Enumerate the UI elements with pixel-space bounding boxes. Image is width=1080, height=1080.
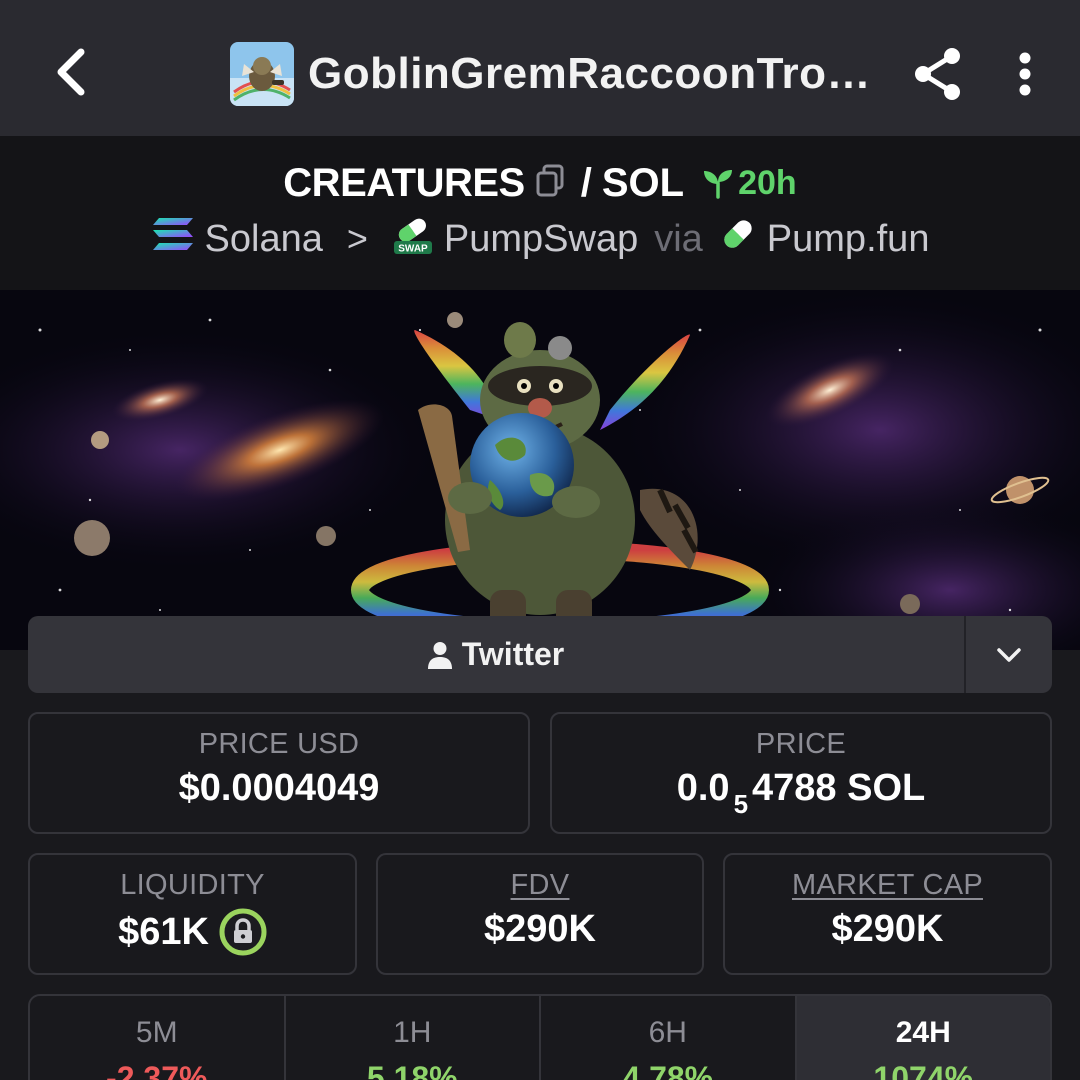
social-links-dropdown-toggle[interactable] bbox=[964, 616, 1052, 693]
tab-6h-change: 4.78% bbox=[622, 1060, 714, 1080]
more-options-button[interactable] bbox=[1000, 42, 1050, 106]
quote-token-symbol: SOL bbox=[601, 160, 685, 205]
tab-6h-label: 6H bbox=[648, 1016, 687, 1049]
pair-age-text: 20h bbox=[738, 163, 797, 202]
share-button[interactable] bbox=[908, 42, 968, 106]
chevron-down-icon bbox=[997, 647, 1021, 662]
tab-5m[interactable]: 5M -2.37% bbox=[30, 996, 286, 1080]
price-native-card: PRICE 0.0 5 4788 SOL bbox=[550, 712, 1052, 834]
share-icon bbox=[915, 48, 960, 100]
tab-1h-change: 5.18% bbox=[366, 1060, 458, 1080]
chain-breadcrumb: Solana > SWAP PumpSwap via Pump.fun bbox=[0, 214, 1080, 264]
pumpfun-icon bbox=[719, 215, 757, 263]
via-label: via bbox=[654, 217, 703, 260]
market-cap-card: MARKET CAP $290K bbox=[723, 853, 1052, 975]
fdv-value: $290K bbox=[378, 908, 702, 951]
twitter-label: Twitter bbox=[461, 636, 565, 672]
liquidity-text: $61K bbox=[118, 910, 209, 953]
pumpswap-icon: SWAP bbox=[392, 213, 434, 265]
tab-24h-label: 24H bbox=[895, 1016, 951, 1049]
copy-icon[interactable] bbox=[535, 164, 565, 203]
pair-line: CREATURES / SOL 20h bbox=[0, 158, 1080, 208]
sprout-icon bbox=[704, 170, 733, 199]
liquidity-label: LIQUIDITY bbox=[120, 869, 265, 901]
swap-badge-text: SWAP bbox=[398, 244, 428, 255]
liquidity-value: $61K bbox=[30, 908, 355, 956]
price-native-value: 0.0 5 4788 SOL bbox=[552, 767, 1050, 819]
dex-name[interactable]: PumpSwap bbox=[444, 218, 638, 261]
chevron-right-icon: > bbox=[346, 218, 368, 259]
tab-5m-label: 5M bbox=[135, 1016, 178, 1049]
base-token-symbol: CREATURES bbox=[283, 160, 525, 205]
price-native-label: PRICE bbox=[755, 728, 847, 760]
fdv-text: $290K bbox=[484, 908, 596, 950]
market-cap-text: $290K bbox=[831, 908, 944, 950]
user-icon bbox=[427, 641, 452, 669]
token-avatar bbox=[230, 42, 294, 106]
solana-icon bbox=[151, 216, 195, 262]
price-zero-count: 5 bbox=[733, 789, 749, 819]
pair-age: 20h bbox=[702, 164, 797, 203]
price-usd-label: PRICE USD bbox=[198, 728, 360, 760]
market-cap-label[interactable]: MARKET CAP bbox=[725, 869, 1050, 902]
market-cap-value: $290K bbox=[725, 908, 1050, 951]
tab-6h[interactable]: 6H 4.78% bbox=[541, 996, 797, 1080]
twitter-button[interactable]: Twitter bbox=[28, 616, 964, 693]
liquidity-card: LIQUIDITY $61K bbox=[28, 853, 357, 975]
pair-separator: / bbox=[580, 160, 592, 205]
back-button[interactable] bbox=[40, 40, 100, 104]
price-usd-card: PRICE USD $0.0004049 bbox=[28, 712, 530, 834]
tab-1h-label: 1H bbox=[393, 1016, 432, 1049]
more-vertical-icon bbox=[1019, 52, 1031, 96]
network-name[interactable]: Solana bbox=[205, 218, 323, 261]
tab-5m-change: -2.37% bbox=[106, 1060, 208, 1080]
price-digits: 4788 SOL bbox=[752, 767, 926, 809]
lock-icon[interactable] bbox=[219, 908, 267, 956]
launchpad-name[interactable]: Pump.fun bbox=[767, 218, 930, 261]
tab-24h[interactable]: 24H 1074% bbox=[796, 996, 1050, 1080]
chevron-left-icon bbox=[57, 48, 85, 96]
token-title-group: GoblinGremRaccoonTro… bbox=[230, 42, 871, 106]
fdv-card: FDV $290K bbox=[376, 853, 704, 975]
tab-1h[interactable]: 1H 5.18% bbox=[286, 996, 541, 1080]
tab-24h-change: 1074% bbox=[873, 1060, 974, 1080]
app-bar: GoblinGremRaccoonTro… bbox=[0, 0, 1080, 136]
pair-header: CREATURES / SOL 20h Solana > SWAP PumpSw… bbox=[0, 136, 1080, 290]
fdv-label[interactable]: FDV bbox=[378, 869, 702, 902]
social-links-bar: Twitter bbox=[28, 616, 1052, 693]
token-banner-image bbox=[0, 290, 1080, 650]
price-prefix: 0.0 bbox=[676, 767, 730, 809]
price-usd-text: $0.0004049 bbox=[178, 767, 380, 809]
timeframe-tabs: 5M -2.37% 1H 5.18% 6H 4.78% 24H 1074% bbox=[28, 994, 1052, 1080]
price-usd-value: $0.0004049 bbox=[30, 767, 528, 810]
app-title: GoblinGremRaccoonTro… bbox=[308, 49, 872, 98]
